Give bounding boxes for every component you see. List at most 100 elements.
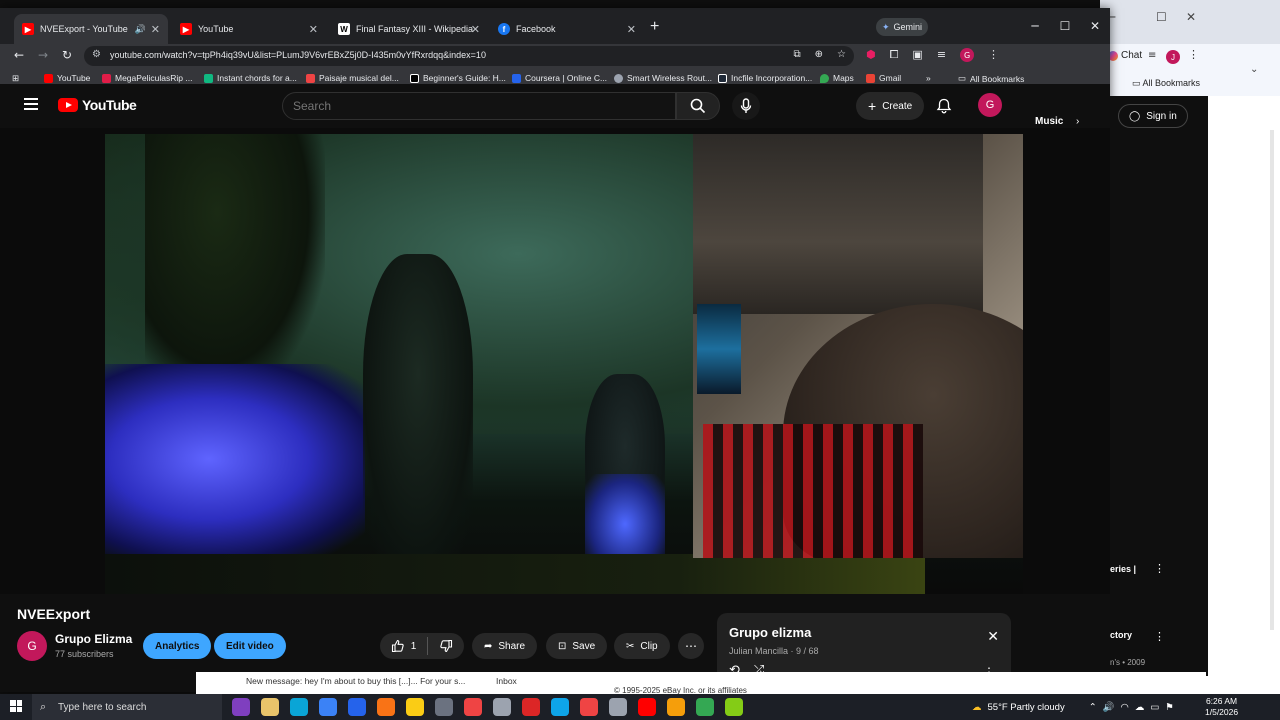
sidepanel-icon[interactable]: ▣	[912, 48, 922, 62]
close-tab-icon[interactable]: ✕	[627, 23, 636, 36]
taskbar-app-icon[interactable]	[638, 698, 656, 716]
maximize-icon[interactable]: ☐	[1050, 19, 1080, 33]
tab-nveexport[interactable]: ▶ NVEExport - YouTube 🔊 ✕	[14, 14, 168, 44]
more-actions-button[interactable]: ⋯	[678, 633, 704, 659]
all-bookmarks-link[interactable]: ▭ All Bookmarks	[1132, 78, 1200, 89]
scrollbar[interactable]	[1270, 130, 1274, 630]
video-frame[interactable]	[105, 134, 1023, 594]
puzzle-icon[interactable]: ⧠	[890, 48, 899, 62]
maximize-icon[interactable]: ☐	[1156, 10, 1167, 24]
windows-start-icon[interactable]	[10, 700, 22, 712]
bookmark-item[interactable]: Maps	[820, 73, 854, 83]
taskbar-search[interactable]: ⌕ Type here to search	[32, 694, 222, 720]
back-icon[interactable]: ←	[14, 48, 24, 62]
taskbar-app-icon[interactable]	[435, 698, 453, 716]
zoom-icon[interactable]: ⊕	[815, 49, 823, 60]
taskbar-app-icon[interactable]	[377, 698, 395, 716]
bookmark-item[interactable]: Gmail	[866, 73, 901, 83]
close-tab-icon[interactable]: ✕	[151, 23, 160, 36]
browser-window[interactable]: ▶ NVEExport - YouTube 🔊 ✕ ▶ YouTube ✕ W …	[0, 8, 1110, 692]
youtube-logo[interactable]: YouTube	[58, 97, 137, 113]
taskbar-app-icon[interactable]	[580, 698, 598, 716]
taskbar-app-icon[interactable]	[522, 698, 540, 716]
search-button[interactable]	[676, 92, 720, 120]
more-icon[interactable]: ⋮	[1154, 630, 1165, 643]
speaker-icon[interactable]: 🔊	[135, 24, 146, 35]
taskbar-app-icon[interactable]	[290, 698, 308, 716]
channel-avatar[interactable]: G	[17, 631, 47, 661]
reload-icon[interactable]: ↻	[62, 48, 72, 62]
network-icon[interactable]: ▭	[1150, 702, 1159, 713]
menu-hamburger-icon[interactable]	[24, 98, 38, 110]
cast-icon[interactable]: ⧉	[794, 49, 801, 60]
playlist-title[interactable]: Grupo elizma	[729, 625, 811, 640]
notifications-button[interactable]	[936, 98, 952, 119]
gemini-button[interactable]: ✦ Gemini	[876, 18, 929, 36]
channel-name[interactable]: Grupo Elizma	[55, 632, 132, 646]
account-avatar[interactable]: G	[978, 93, 1002, 117]
clip-button[interactable]: ✂ Clip	[614, 633, 670, 659]
volume-icon[interactable]: 🔊	[1103, 702, 1115, 713]
weather-text[interactable]: 55°F Partly cloudy	[988, 702, 1065, 713]
analytics-button[interactable]: Analytics	[143, 633, 212, 659]
profile-avatar[interactable]: G	[960, 48, 975, 62]
chat-button[interactable]: Chat	[1108, 50, 1142, 61]
playlist-owner[interactable]: Julian Mancilla	[729, 646, 788, 656]
chrome-menu-icon[interactable]: ⋮	[988, 48, 999, 62]
taskbar-app-icon[interactable]	[319, 698, 337, 716]
save-button[interactable]: ⊡ Save	[546, 633, 608, 659]
close-playlist-icon[interactable]: ✕	[987, 629, 999, 645]
taskbar-app-icon[interactable]	[667, 698, 685, 716]
close-window-icon[interactable]: ✕	[1080, 19, 1110, 33]
minimize-icon[interactable]: ─	[1020, 19, 1050, 33]
bookmark-item[interactable]: Paisaje musical del...	[306, 73, 399, 83]
more-icon[interactable]: ⋮	[1154, 562, 1165, 575]
bookmark-star-icon[interactable]: ☆	[837, 49, 846, 60]
video-player[interactable]	[0, 128, 1110, 594]
more-bookmarks-icon[interactable]: »	[926, 73, 931, 83]
taskbar-app-icon[interactable]	[696, 698, 714, 716]
bg-profile-avatar[interactable]: J	[1166, 50, 1180, 64]
bookmark-item[interactable]: Incfile Incorporation...	[718, 73, 812, 83]
weather-icon[interactable]: ☁	[972, 702, 982, 713]
inbox-label[interactable]: Inbox	[496, 676, 517, 686]
tab-youtube[interactable]: ▶ YouTube ✕	[172, 14, 326, 44]
taskbar-app-icon[interactable]	[348, 698, 366, 716]
bookmark-item[interactable]: Instant chords for a...	[204, 73, 297, 83]
taskbar-app-icon[interactable]	[725, 698, 743, 716]
close-tab-icon[interactable]: ✕	[471, 23, 480, 36]
url-text[interactable]: youtube.com/watch?v=tpPh4iq39vU&list=PLu…	[110, 50, 486, 60]
search-field[interactable]	[282, 92, 676, 120]
site-info-icon[interactable]: ⚙	[92, 49, 101, 60]
edit-video-button[interactable]: Edit video	[214, 633, 286, 659]
menu-icon[interactable]: ⋮	[1188, 48, 1199, 61]
taskbar-app-icon[interactable]	[464, 698, 482, 716]
taskbar-app-icon[interactable]	[406, 698, 424, 716]
forward-icon[interactable]: →	[38, 48, 48, 62]
taskbar-app-icon[interactable]	[551, 698, 569, 716]
reading-list-icon[interactable]: ≡	[1148, 50, 1156, 61]
bookmark-item[interactable]: Smart Wireless Rout...	[614, 73, 712, 83]
bookmark-item[interactable]: MegaPeliculasRip ...	[102, 73, 192, 83]
cloud-icon[interactable]: ☁	[1135, 702, 1145, 713]
dislike-button[interactable]	[428, 639, 464, 653]
bookmark-item[interactable]: Beginner's Guide: H...	[410, 73, 506, 83]
email-notification-text[interactable]: New message: hey I'm about to buy this […	[246, 676, 465, 686]
taskbar-app-icon[interactable]	[261, 698, 279, 716]
create-button[interactable]: + Create	[856, 92, 925, 120]
taskbar-app-icon[interactable]	[493, 698, 511, 716]
address-bar[interactable]: ⚙ youtube.com/watch?v=tpPh4iq39vU&list=P…	[84, 46, 854, 66]
chevron-up-icon[interactable]: ⌃	[1089, 702, 1097, 713]
taskbar-app-icon[interactable]	[609, 698, 627, 716]
chevron-right-icon[interactable]: ›	[1076, 116, 1079, 127]
bookmark-item[interactable]: YouTube	[44, 73, 90, 83]
search-input[interactable]	[283, 93, 675, 119]
clock[interactable]: 6:26 AM 1/5/2026	[1205, 696, 1238, 718]
media-icon[interactable]: ≡	[937, 48, 946, 62]
apps-icon[interactable]: ⊞	[12, 73, 19, 84]
close-icon[interactable]: ✕	[1186, 10, 1196, 24]
voice-search-button[interactable]	[732, 92, 760, 120]
share-button[interactable]: ➦ Share	[472, 633, 538, 659]
close-tab-icon[interactable]: ✕	[309, 23, 318, 36]
wifi-icon[interactable]: ◠	[1121, 702, 1129, 713]
